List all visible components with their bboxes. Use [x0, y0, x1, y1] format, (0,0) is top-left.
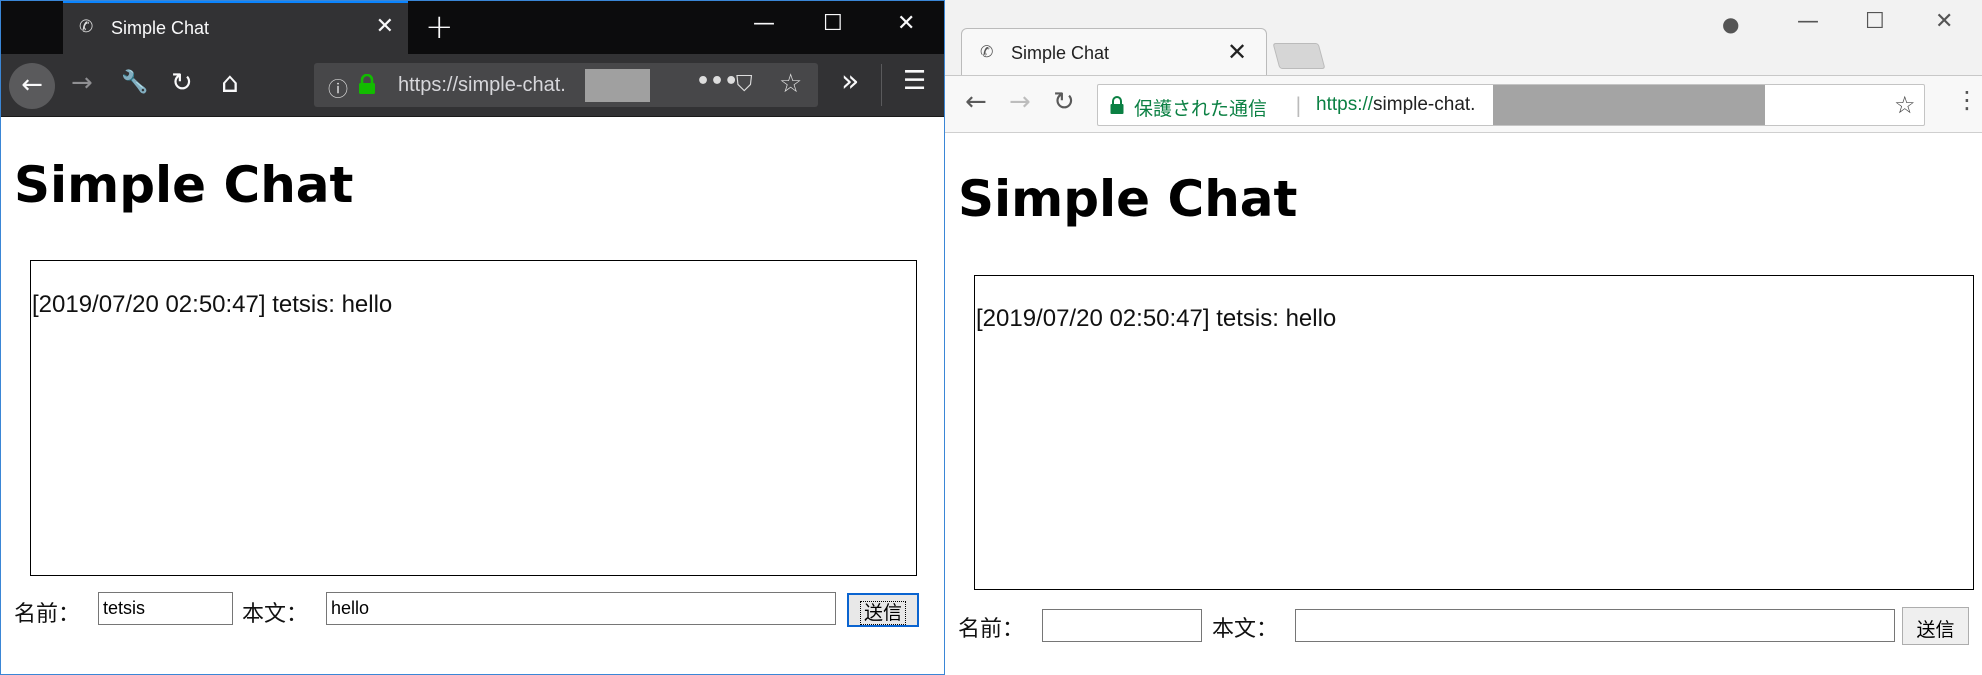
secure-connection-label[interactable]: 保護された通信 [1134, 94, 1267, 121]
minimize-icon[interactable]: — [1797, 9, 1819, 34]
body-label: 本文： [242, 602, 309, 627]
name-input[interactable] [98, 592, 233, 625]
send-button[interactable]: 送信 [1902, 607, 1969, 645]
body-input[interactable] [326, 592, 836, 625]
omnibox[interactable]: 保護された通信 | https://simple-chat. ☆ [1097, 84, 1925, 126]
chat-log: [2019/07/20 02:50:47] tetsis: hello [30, 260, 917, 576]
tab-title: Simple Chat [1011, 43, 1110, 63]
url-protocol: https:// [1316, 94, 1374, 115]
url-host: simple-chat. [1373, 94, 1476, 115]
account-icon[interactable]: ● [1722, 12, 1739, 36]
name-input[interactable] [1042, 609, 1202, 642]
maximize-icon[interactable]: ☐ [1865, 9, 1885, 34]
send-button-label: 送信 [1916, 619, 1955, 641]
firefox-tab-simple-chat[interactable]: ✆ Simple Chat ✕ [63, 1, 408, 54]
omnibox-separator: | [1295, 93, 1302, 117]
reload-button[interactable]: ↻ [171, 68, 193, 98]
back-button[interactable]: ← [965, 87, 987, 117]
new-tab-button[interactable] [1272, 43, 1326, 69]
url-text[interactable]: https://simple-chat. [398, 74, 566, 97]
minimize-icon[interactable]: — [753, 11, 775, 36]
name-label: 名前： [14, 602, 81, 627]
url-text[interactable]: https://simple-chat. [1316, 94, 1475, 116]
toolbar-divider [881, 64, 882, 106]
lock-icon [1110, 96, 1124, 114]
chat-log: [2019/07/20 02:50:47] tetsis: hello [974, 275, 1974, 590]
home-button[interactable]: ⌂ [221, 66, 239, 99]
chat-log-entry: [2019/07/20 02:50:47] tetsis: hello [32, 291, 393, 318]
hamburger-menu-icon[interactable]: ☰ [903, 66, 926, 96]
lock-icon [359, 74, 375, 94]
chat-log-entry: [2019/07/20 02:50:47] tetsis: hello [976, 305, 1337, 332]
back-button[interactable]: ← [9, 63, 55, 109]
page-title: Simple Chat [14, 156, 354, 214]
forward-button[interactable]: → [71, 68, 93, 98]
firefox-nav-bar: ← → 🔧 ↻ ⌂ ⓘ https://simple-chat. ••• ⛉ ☆… [1, 54, 944, 117]
forward-button[interactable]: → [1009, 87, 1031, 117]
name-label: 名前： [958, 617, 1025, 642]
kebab-menu-icon[interactable]: ⋮ [1955, 86, 1979, 114]
chat-favicon-icon: ✆ [980, 42, 994, 61]
close-tab-icon[interactable]: ✕ [376, 14, 394, 39]
body-input[interactable] [1295, 609, 1895, 642]
chrome-tab-strip: ✆ Simple Chat ✕ ● — ☐ ✕ [945, 0, 1982, 77]
pocket-icon[interactable]: ⛉ [736, 72, 753, 97]
bookmark-star-icon[interactable]: ☆ [1894, 91, 1916, 119]
maximize-icon[interactable]: ☐ [823, 11, 843, 36]
page-actions-icon[interactable]: ••• [696, 69, 738, 94]
body-label: 本文： [1212, 617, 1279, 642]
bookmark-star-icon[interactable]: ☆ [779, 69, 802, 99]
firefox-window: ✆ Simple Chat ✕ + — ☐ ✕ ← → 🔧 ↻ ⌂ ⓘ http… [0, 0, 945, 675]
chrome-toolbar: ← → ↻ 保護された通信 | https://simple-chat. ☆ ⋮ [945, 75, 1982, 133]
url-redaction [585, 69, 650, 102]
wrench-icon[interactable]: 🔧 [121, 70, 148, 95]
send-button-label: 送信 [859, 601, 906, 625]
close-window-icon[interactable]: ✕ [897, 11, 915, 36]
back-arrow-icon: ← [21, 70, 43, 100]
overflow-chevron-icon[interactable]: » [841, 64, 859, 99]
close-window-icon[interactable]: ✕ [1935, 9, 1953, 34]
reload-button[interactable]: ↻ [1053, 87, 1075, 117]
close-tab-icon[interactable]: ✕ [1227, 38, 1247, 66]
info-icon[interactable]: ⓘ [328, 73, 348, 102]
send-button[interactable]: 送信 [847, 593, 919, 627]
url-redaction [1493, 85, 1765, 125]
tab-title: Simple Chat [111, 18, 210, 38]
chat-favicon-icon: ✆ [79, 17, 94, 37]
chrome-window: ✆ Simple Chat ✕ ● — ☐ ✕ ← → ↻ 保護された通信 | … [945, 0, 1982, 675]
new-tab-button[interactable]: + [425, 7, 454, 47]
firefox-tab-strip: ✆ Simple Chat ✕ + — ☐ ✕ [1, 1, 944, 54]
page-title: Simple Chat [958, 170, 1298, 228]
chrome-tab-simple-chat[interactable] [961, 28, 1267, 77]
url-bar[interactable]: ⓘ https://simple-chat. ••• ⛉ ☆ [314, 63, 818, 107]
